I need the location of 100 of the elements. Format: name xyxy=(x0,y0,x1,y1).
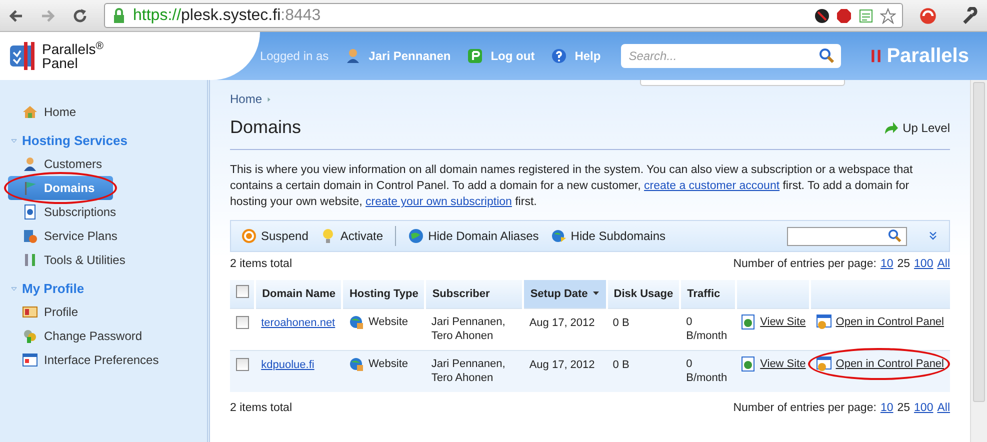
open-control-panel-link[interactable]: Open in Control Panel xyxy=(816,314,944,330)
logo-text: Panel xyxy=(42,56,79,70)
suspend-icon xyxy=(241,228,257,244)
disk-usage-text: 0 B xyxy=(612,316,630,328)
person-icon xyxy=(344,48,361,64)
curved-arrow-icon xyxy=(882,120,899,136)
double-chevron-icon xyxy=(927,230,939,242)
globe-flag-icon xyxy=(550,228,567,244)
window-gear-icon xyxy=(816,314,832,330)
items-total-text: 2 items total xyxy=(230,401,292,416)
row-checkbox[interactable] xyxy=(236,316,249,328)
domain-link[interactable]: teroahonen.net xyxy=(261,316,336,328)
date-text: Aug 17, 2012 xyxy=(529,316,595,328)
page-size-link[interactable]: 10 xyxy=(880,256,894,274)
url-text: https://plesk.systec.fi:8443 xyxy=(133,6,321,26)
row-checkbox[interactable] xyxy=(236,358,249,370)
per-page-label: Number of entries per page: xyxy=(733,257,876,272)
sidebar-item[interactable]: Tools & Utilities xyxy=(8,248,136,272)
padlock-icon xyxy=(111,8,127,24)
sidebar-item[interactable]: Service Plans xyxy=(8,224,128,248)
up-level-link[interactable]: Up Level xyxy=(882,118,950,136)
page-size-link[interactable]: 10 xyxy=(880,400,894,418)
logged-in-label: Logged in as xyxy=(260,48,329,65)
section-heading[interactable]: Hosting Services xyxy=(22,131,128,151)
disk-usage-text: 0 B xyxy=(612,358,630,370)
stop-sign-icon xyxy=(836,8,852,24)
subscriber-text: Jari Pennanen, Tero Ahonen xyxy=(431,314,506,342)
description-text: This is where you view information on all domain names registered in the system. You can also view a subscription or a webspace that contains a certain domain in Control Panel. To add a domain for a new customer, create a customer account first. To add a domain for hosting your own website, create your own subscription first. xyxy=(230,163,914,210)
page-size-link[interactable]: All xyxy=(937,400,950,418)
open-control-panel-link[interactable]: Open in Control Panel xyxy=(816,356,944,372)
subscriber-text: Jari Pennanen, Tero Ahonen xyxy=(431,356,506,384)
column-header[interactable]: Hosting Type xyxy=(342,280,426,308)
tools-icon xyxy=(22,252,38,268)
column-header[interactable]: Traffic xyxy=(680,280,736,308)
domain-link[interactable]: kdpuolue.fi xyxy=(261,358,314,370)
search-icon xyxy=(888,229,902,243)
sidebar-item[interactable]: Profile xyxy=(8,300,113,324)
blocked-icon xyxy=(814,8,830,24)
star-icon xyxy=(880,8,896,24)
brand-text: Parallels xyxy=(886,44,969,69)
column-header[interactable]: Setup Date xyxy=(523,280,607,308)
globe-icon xyxy=(348,314,364,330)
hosting-type-text: Website xyxy=(368,314,408,330)
window-icon xyxy=(22,352,38,368)
page-size-link[interactable]: All xyxy=(937,256,950,274)
person-icon xyxy=(22,156,38,172)
sort-down-icon xyxy=(592,288,600,296)
page-title: Domains xyxy=(230,116,302,139)
toolbar-button[interactable]: Suspend xyxy=(241,227,308,245)
search-field[interactable]: Search... xyxy=(620,44,841,68)
section-heading[interactable]: My Profile xyxy=(22,279,84,299)
column-header[interactable]: Domain Name xyxy=(255,280,342,308)
create-subscription-link[interactable]: create your own subscription xyxy=(366,196,512,208)
sidebar-item[interactable]: Home xyxy=(8,100,113,124)
date-text: Aug 17, 2012 xyxy=(529,358,595,370)
reload-icon xyxy=(72,8,88,24)
document-icon xyxy=(22,204,38,220)
flag-icon xyxy=(22,180,38,196)
select-all-checkbox[interactable] xyxy=(236,284,249,298)
keys-icon xyxy=(22,328,38,344)
filter-field[interactable] xyxy=(787,226,907,246)
per-page-label: Number of entries per page: xyxy=(733,401,876,416)
breadcrumb-link[interactable]: Home xyxy=(230,90,262,108)
address-bar[interactable]: https://plesk.systec.fi:8443 xyxy=(104,3,903,28)
refresh-badge-icon xyxy=(919,6,937,24)
forward-arrow-icon xyxy=(40,8,56,24)
sidebar-item[interactable]: Change Password xyxy=(8,324,152,348)
globe-icon xyxy=(408,228,424,244)
back-arrow-icon xyxy=(8,8,24,24)
view-site-link[interactable]: View Site xyxy=(740,356,806,372)
view-site-link[interactable]: View Site xyxy=(740,314,806,330)
column-header[interactable]: Disk Usage xyxy=(606,280,680,308)
house-icon xyxy=(22,104,38,120)
search-icon[interactable] xyxy=(818,48,835,64)
toolbar-button[interactable]: Hide Subdomains xyxy=(550,227,666,245)
toolbar-button[interactable]: Hide Domain Aliases xyxy=(408,227,539,245)
page-size-link[interactable]: 100 xyxy=(914,256,934,274)
page-globe-icon xyxy=(740,356,756,372)
traffic-text: 0 B/month xyxy=(686,314,728,342)
profile-card-icon xyxy=(22,304,38,320)
sidebar-item[interactable]: Customers xyxy=(8,152,113,176)
collapse-caret-icon xyxy=(10,285,18,293)
toolbar-button[interactable]: Activate xyxy=(320,227,384,245)
create-customer-link[interactable]: create a customer account xyxy=(644,180,780,192)
column-header[interactable]: Subscriber xyxy=(425,280,524,308)
sidebar-item[interactable]: Interface Preferences xyxy=(8,348,169,372)
logo-text: Parallels$^{®}$ xyxy=(42,42,104,56)
sidebar-item[interactable]: Subscriptions xyxy=(8,200,126,224)
page-size-link[interactable]: 25 xyxy=(897,256,910,274)
wrench-icon xyxy=(961,6,979,24)
page-globe-icon xyxy=(740,314,756,330)
logout-icon xyxy=(466,48,483,64)
feed-icon xyxy=(858,8,874,24)
traffic-text: 0 B/month xyxy=(686,356,728,384)
page-size-link[interactable]: 25 xyxy=(897,400,910,418)
scrollbar-thumb[interactable] xyxy=(973,82,985,402)
help-icon xyxy=(550,48,567,64)
collapse-caret-icon xyxy=(10,137,18,145)
window-gear-icon xyxy=(816,356,832,372)
page-size-link[interactable]: 100 xyxy=(914,400,934,418)
